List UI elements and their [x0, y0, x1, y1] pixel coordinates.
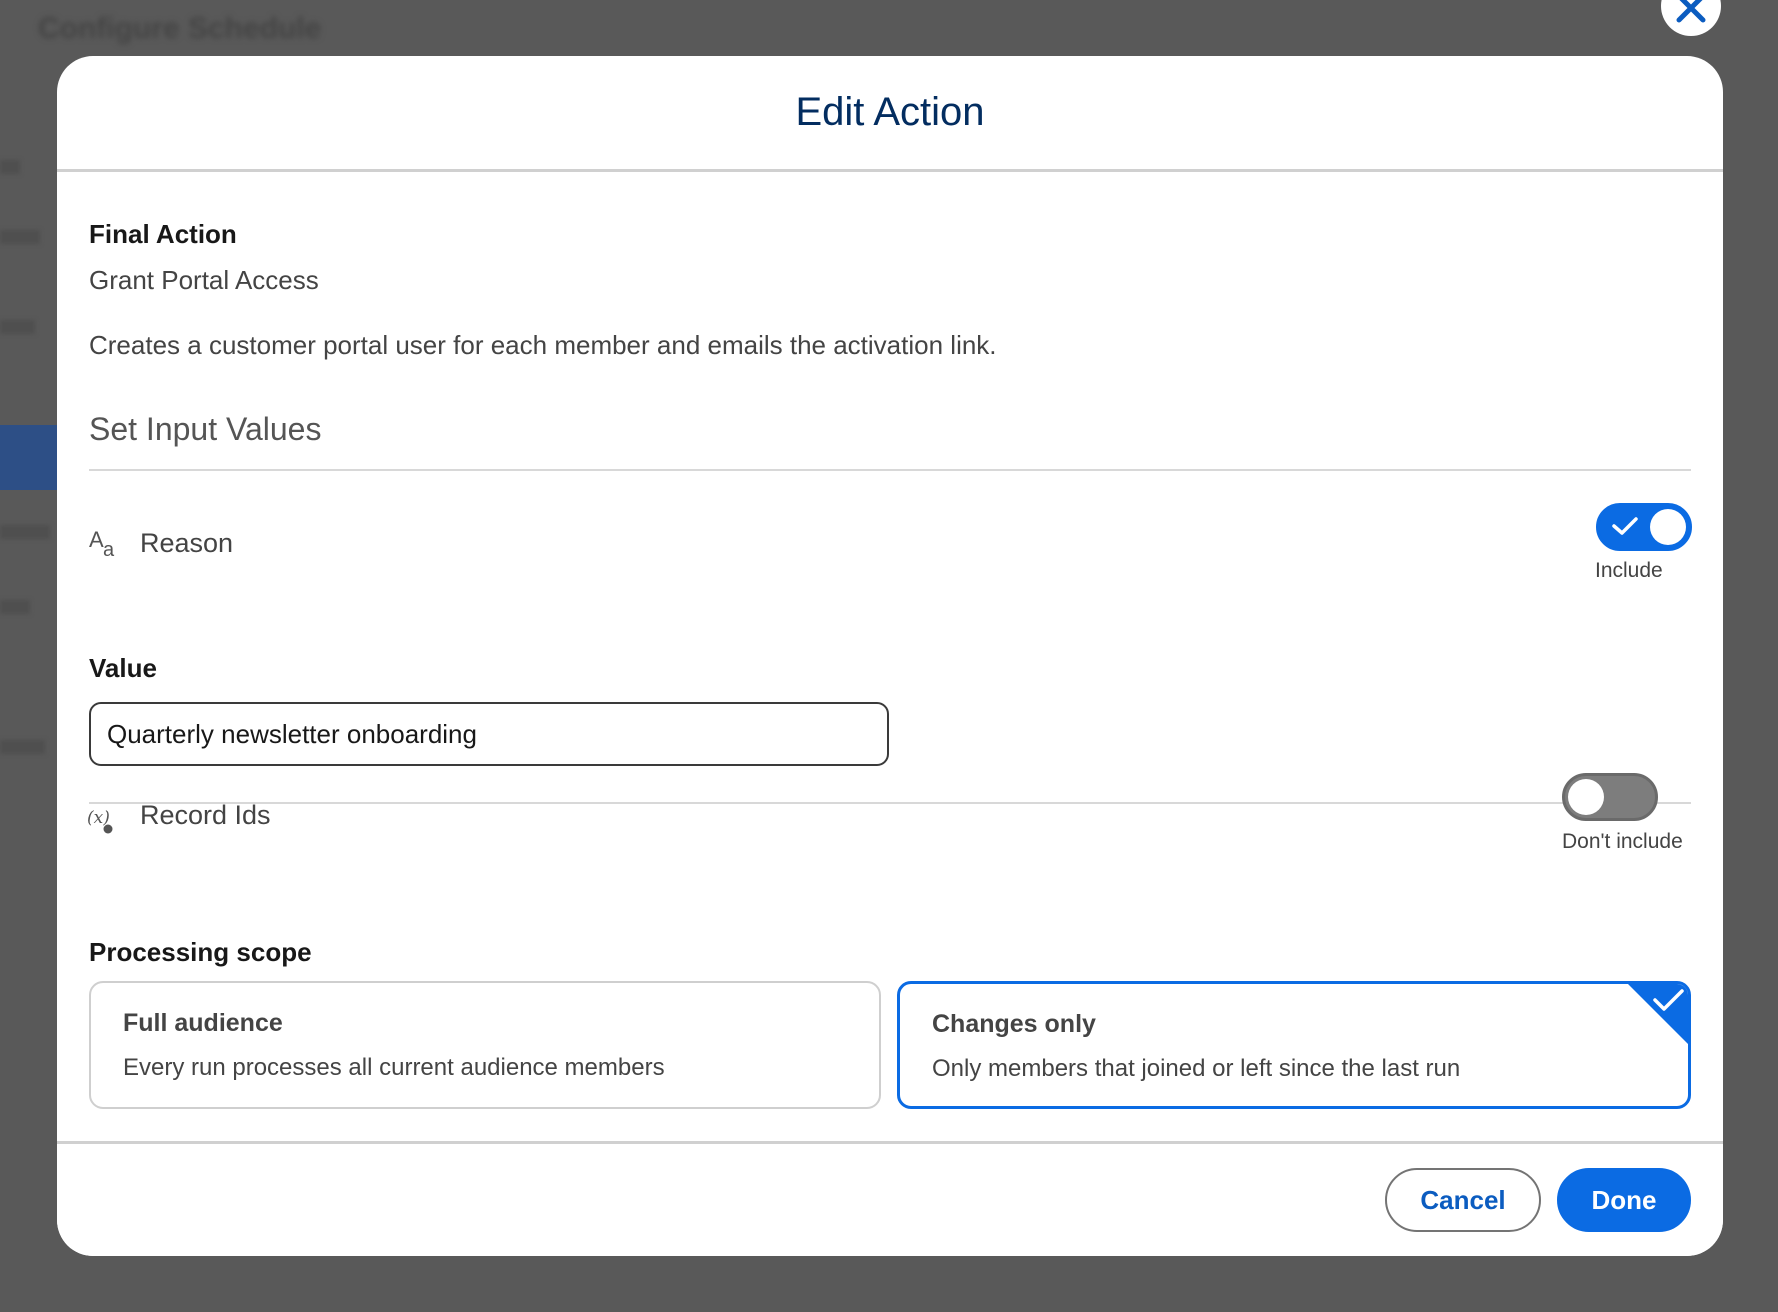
scope-option-title: Full audience	[123, 1009, 283, 1037]
record-ids-include-toggle[interactable]	[1562, 773, 1658, 821]
final-action-name: Grant Portal Access	[89, 265, 319, 295]
final-action-description: Creates a customer portal user for each …	[89, 330, 997, 360]
done-button[interactable]: Done	[1557, 1168, 1691, 1232]
modal-body: Final Action Grant Portal Access Creates…	[57, 175, 1723, 1198]
set-input-values-heading: Set Input Values	[89, 411, 322, 447]
reason-toggle-caption: Include	[1595, 559, 1663, 582]
scope-option-description: Every run processes all current audience…	[123, 1054, 665, 1081]
background-nav-item	[0, 230, 40, 244]
edit-action-modal: Edit Action Final Action Grant Portal Ac…	[57, 56, 1723, 1256]
svg-text:A: A	[89, 527, 104, 552]
background-nav-item	[0, 525, 50, 539]
processing-scope-label: Processing scope	[89, 937, 312, 967]
text-type-icon: A a	[89, 525, 119, 566]
background-nav-item	[0, 160, 20, 174]
scope-option-full-audience[interactable]: Full audience Every run processes all cu…	[89, 981, 881, 1109]
reason-value-input[interactable]	[89, 702, 889, 766]
final-action-label: Final Action	[89, 219, 237, 249]
modal-header: Edit Action	[57, 56, 1723, 172]
section-divider	[89, 469, 1691, 471]
scope-option-description: Only members that joined or left since t…	[932, 1055, 1461, 1082]
input-label-record-ids: Record Ids	[140, 800, 271, 830]
cancel-button[interactable]: Cancel	[1385, 1168, 1541, 1232]
value-label: Value	[89, 653, 157, 683]
background-nav-item	[0, 740, 45, 754]
reason-include-toggle[interactable]	[1596, 503, 1692, 551]
background-nav-item	[0, 320, 35, 334]
selected-check-icon	[1628, 984, 1688, 1044]
checkmark-icon	[1612, 517, 1638, 535]
modal-title: Edit Action	[795, 90, 985, 134]
background-page-title: Configure Schedule	[38, 12, 322, 45]
record-ids-toggle-caption: Don't include	[1562, 830, 1683, 853]
background-nav-highlight	[0, 425, 60, 490]
background-nav-item	[0, 600, 30, 614]
toggle-knob	[1568, 779, 1604, 815]
close-icon	[1676, 0, 1706, 23]
toggle-knob	[1650, 509, 1686, 545]
row-divider	[89, 802, 1691, 804]
input-label-reason: Reason	[140, 528, 234, 558]
modal-footer: Cancel Done	[57, 1141, 1723, 1256]
scope-option-changes-only[interactable]: Changes only Only members that joined or…	[897, 981, 1691, 1109]
svg-text:a: a	[103, 539, 115, 559]
variable-icon: (x)	[87, 793, 121, 844]
scope-option-title: Changes only	[932, 1010, 1096, 1038]
